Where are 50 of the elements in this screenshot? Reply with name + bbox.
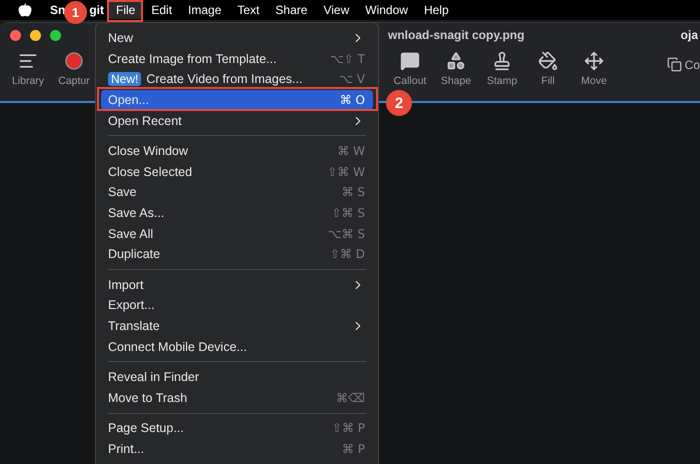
menu-item[interactable]: Create Image from Template... ⌥⇧ T xyxy=(101,48,373,70)
menu-bar-item[interactable]: Window xyxy=(357,1,416,19)
menu-item[interactable]: Close Selected ⇧⌘ W xyxy=(101,162,373,182)
toolbar-button[interactable]: Fill xyxy=(525,51,571,87)
menu-item[interactable]: New! Create Video from Images... ⌥ V xyxy=(101,69,373,90)
user-name: oja xyxy=(680,28,698,42)
menu-bar-item[interactable]: Help xyxy=(416,1,457,19)
close-button[interactable] xyxy=(10,30,21,40)
menu-item[interactable]: New xyxy=(101,28,373,49)
menu-item[interactable]: Open Recent xyxy=(101,110,373,131)
menu-item[interactable]: Page Setup... ⇧⌘ P xyxy=(101,418,373,439)
copy-icon xyxy=(666,57,682,72)
window-title: wnload-snagit copy.png xyxy=(388,28,524,42)
move-icon xyxy=(584,51,604,71)
zoom-button[interactable] xyxy=(50,30,61,40)
menu-item[interactable]: Save ⌘ S xyxy=(101,182,373,203)
menu-item[interactable]: Import xyxy=(101,274,373,296)
menu-bar-item[interactable]: Image xyxy=(180,1,230,19)
speech-bubble-icon xyxy=(400,51,420,71)
copy-button[interactable]: Co xyxy=(666,51,700,72)
menu-item[interactable]: Save As... ⇧⌘ S xyxy=(101,202,373,224)
menu-bar-item[interactable]: Share xyxy=(267,1,316,19)
toolbar-button[interactable]: Move xyxy=(571,51,617,87)
menu-bar-item[interactable]: Edit xyxy=(143,1,180,19)
menu-bar-item[interactable]: View xyxy=(315,1,358,19)
new-badge: New! xyxy=(108,72,142,86)
menu-item[interactable]: Move to Trash ⌘⌫ xyxy=(101,388,373,408)
toolbar-button[interactable]: Library xyxy=(5,51,51,87)
menu-item[interactable]: Close Window ⌘ W xyxy=(101,140,373,162)
menu-item[interactable]: Print... ⌘ P xyxy=(101,438,373,460)
stamp-icon xyxy=(492,51,512,71)
toolbar-button[interactable]: Stamp xyxy=(479,51,525,87)
highlight-frame xyxy=(107,0,143,22)
toolbar-button[interactable]: Captur xyxy=(51,51,97,87)
menu-item[interactable]: Open... ⌘ O xyxy=(101,90,373,110)
paint-bucket-icon xyxy=(538,51,558,71)
menu-item[interactable]: Translate xyxy=(101,316,373,336)
menu-item[interactable]: Connect Mobile Device... xyxy=(101,336,373,357)
menu-item[interactable]: Export... xyxy=(101,295,373,316)
toolbar-button[interactable]: Shape xyxy=(433,51,479,87)
menu-item[interactable]: Reveal in Finder xyxy=(101,366,373,388)
menu-item[interactable]: Duplicate ⇧⌘ D xyxy=(101,244,373,265)
shapes-icon xyxy=(446,51,466,71)
record-icon xyxy=(64,51,84,71)
menu-item[interactable]: Save All ⌥⌘ S xyxy=(101,223,373,244)
toolbar-button[interactable]: Callout xyxy=(387,51,433,87)
app-menu[interactable]: git xyxy=(89,1,108,19)
menu-bar-item[interactable]: Text xyxy=(229,1,268,19)
apple-icon[interactable] xyxy=(18,3,32,17)
minimize-button[interactable] xyxy=(30,30,41,40)
